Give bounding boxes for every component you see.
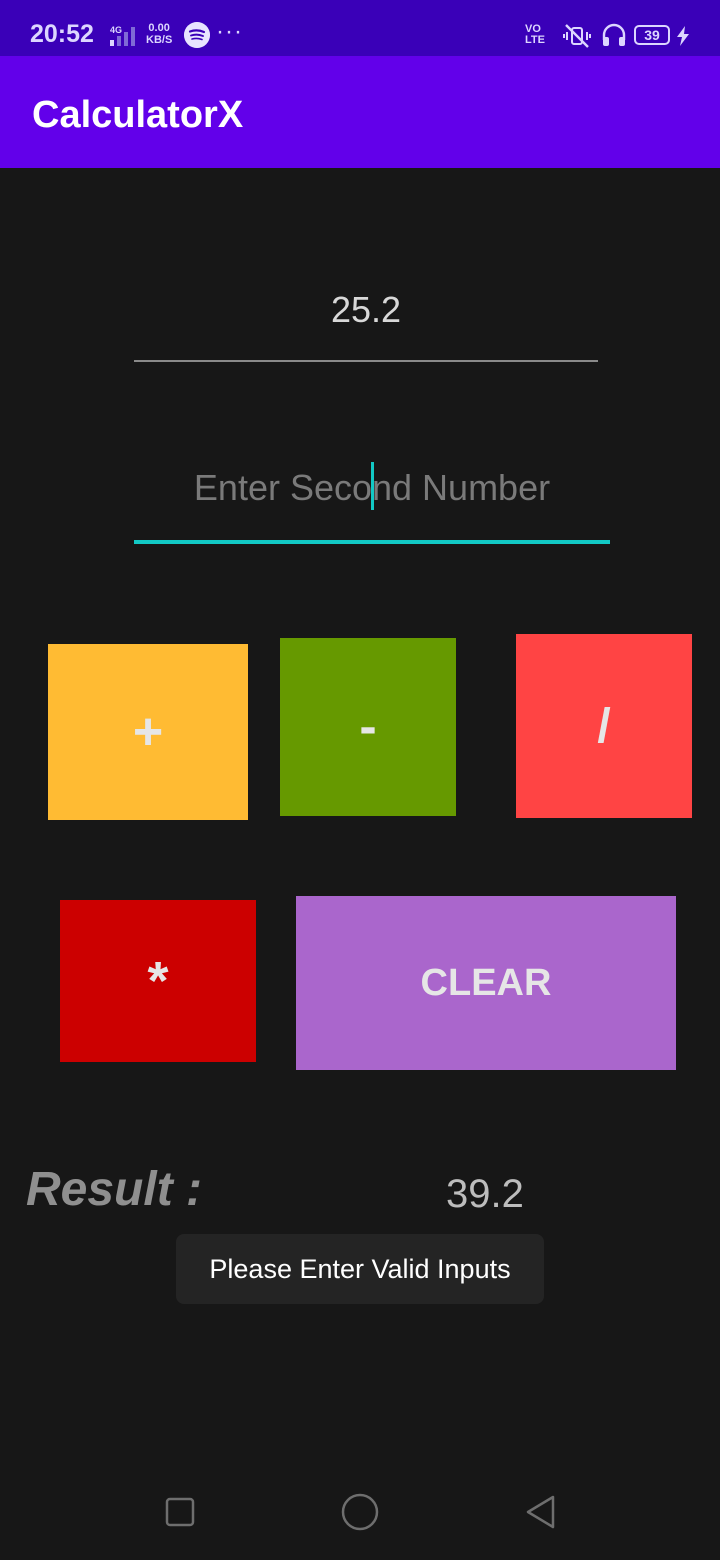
text-cursor — [371, 462, 374, 510]
status-time: 20:52 — [30, 20, 94, 48]
more-notifications-icon: ··· — [216, 18, 243, 45]
status-bar: 20:52 4G 0.00 KB/S ··· VO LTE 39 — [0, 0, 720, 56]
vibrate-mute-icon — [563, 24, 591, 48]
result-label: Result : — [26, 1163, 203, 1216]
network-speed-value: 0.00 — [148, 22, 170, 34]
signal-4g-icon: 4G — [110, 25, 135, 46]
clear-button[interactable]: CLEAR — [296, 896, 676, 1070]
second-number-input[interactable]: Enter Second Number — [134, 456, 610, 544]
network-type-label: 4G — [110, 25, 122, 35]
network-speed-unit: KB/S — [146, 34, 173, 46]
charging-icon — [677, 26, 689, 46]
navigation-bar — [0, 1464, 720, 1560]
first-number-value: 25.2 — [330, 289, 402, 330]
toast-message: Please Enter Valid Inputs — [176, 1234, 544, 1304]
network-speed: 0.00 KB/S — [146, 22, 172, 46]
triangle-back-icon[interactable] — [520, 1492, 560, 1532]
square-icon[interactable] — [160, 1492, 200, 1532]
result-value: 39.2 — [446, 1172, 524, 1216]
first-number-input[interactable]: 25.2 — [134, 280, 598, 362]
volte-icon: VO LTE — [525, 23, 545, 46]
battery-icon: 39 — [634, 25, 670, 45]
circle-icon[interactable] — [340, 1492, 380, 1532]
app-title: CalculatorX — [32, 94, 244, 136]
headset-icon — [602, 23, 626, 46]
divide-button[interactable]: / — [516, 634, 692, 818]
app-bar: CalculatorX — [0, 56, 720, 168]
add-button[interactable]: + — [48, 644, 248, 820]
subtract-button[interactable]: - — [280, 638, 456, 816]
spotify-icon — [184, 22, 210, 48]
multiply-button[interactable]: * — [60, 900, 256, 1062]
